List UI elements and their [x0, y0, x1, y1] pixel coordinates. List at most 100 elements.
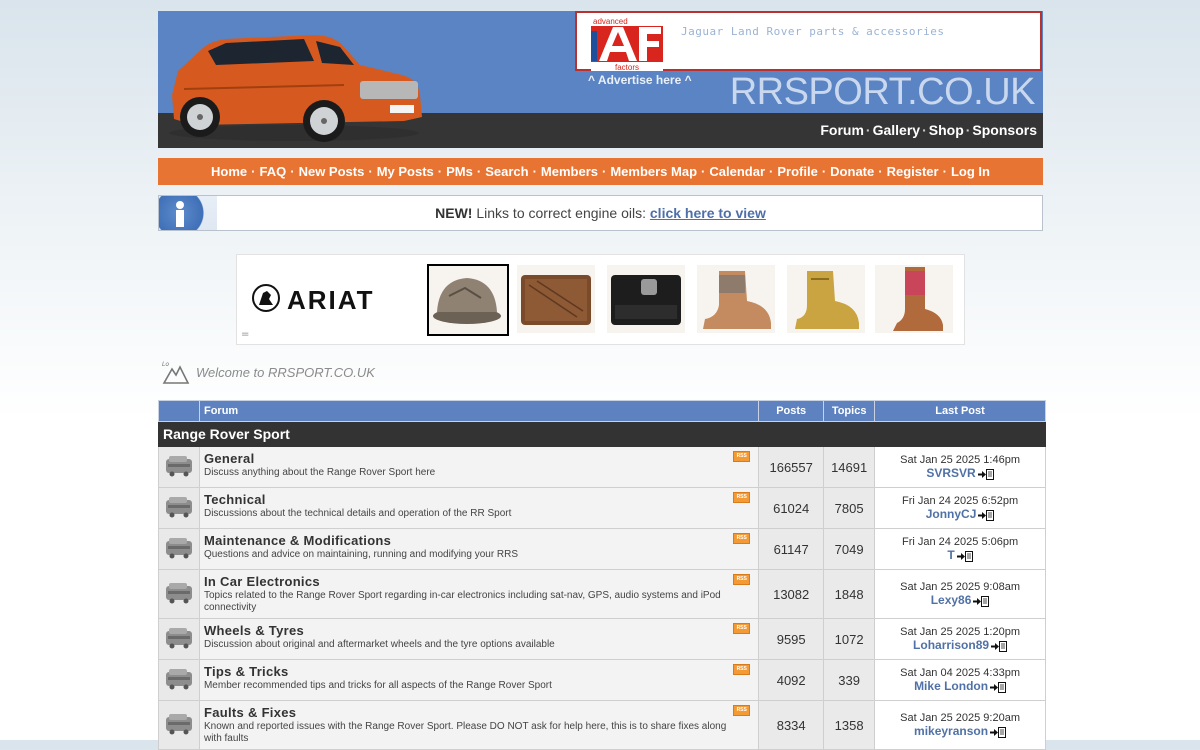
mountain-logo-icon: Lo [162, 361, 190, 384]
header-nav: Forum · Gallery · Shop · Sponsors [820, 122, 1037, 138]
last-post-user[interactable]: Loharrison89 [913, 638, 989, 652]
nav-log-in[interactable]: Log In [951, 164, 990, 179]
forum-folder-icon [158, 700, 200, 750]
product-wallet-black-image[interactable] [607, 265, 685, 333]
rss-icon[interactable]: RSS [733, 492, 751, 503]
nav-register[interactable]: Register [887, 164, 939, 179]
forum-description: Known and reported issues with the Range… [203, 721, 727, 744]
ad-logo-bottom-text: factors [615, 63, 639, 71]
ariat-logo: ARIAT [251, 283, 373, 318]
product-boot-tan-image[interactable] [697, 265, 775, 333]
goto-last-post-icon[interactable] [973, 595, 990, 607]
svg-text:Lo: Lo [162, 361, 169, 368]
goto-last-post-icon[interactable] [956, 550, 973, 562]
ad-text: Jaguar Land Rover parts & accessories [681, 25, 945, 38]
nav-pms[interactable]: PMs [446, 164, 473, 179]
forum-row: Maintenance & Modifications Questions and… [158, 528, 1046, 570]
forum-topics-count: 14691 [823, 446, 876, 488]
product-wallet-brown-image[interactable] [517, 265, 595, 333]
product-boot-gold-image[interactable] [787, 265, 865, 333]
forum-description: Discussions about the technical details … [203, 508, 512, 519]
category-row: Range Rover Sport [158, 421, 1046, 447]
last-post-user[interactable]: JonnyCJ [926, 507, 977, 521]
advertise-here-link[interactable]: ^ Advertise here ^ [588, 73, 692, 87]
header-link-forum[interactable]: Forum [820, 122, 864, 138]
product-boot-western-image[interactable] [875, 265, 953, 333]
forum-last-post: Sat Jan 25 2025 1:20pm Loharrison89 [874, 618, 1046, 660]
forum-description: Discussion about original and aftermarke… [203, 639, 555, 650]
last-post-user[interactable]: mikeyranson [914, 724, 988, 738]
site-title[interactable]: RRSPORT.CO.UK [730, 71, 1036, 114]
forum-folder-icon [158, 528, 200, 570]
nav-members-map[interactable]: Members Map [610, 164, 697, 179]
goto-last-post-icon[interactable] [990, 681, 1007, 693]
rss-icon[interactable]: RSS [733, 623, 751, 634]
ariat-ad-banner[interactable]: ARIAT = [236, 254, 965, 345]
forum-row: General Discuss anything about the Range … [158, 446, 1046, 488]
forum-last-post: Fri Jan 24 2025 5:06pm T [874, 528, 1046, 570]
rss-icon[interactable]: RSS [733, 705, 751, 716]
forum-title[interactable]: Technical [204, 492, 740, 507]
nav-calendar[interactable]: Calendar [709, 164, 765, 179]
forum-info: Maintenance & Modifications Questions and… [198, 528, 760, 570]
forum-folder-icon [158, 487, 200, 529]
nav-home[interactable]: Home [211, 164, 247, 179]
forum-topics-count: 7049 [823, 528, 876, 570]
nav-members[interactable]: Members [541, 164, 598, 179]
nav-search[interactable]: Search [485, 164, 528, 179]
nav-profile[interactable]: Profile [777, 164, 817, 179]
rss-icon[interactable]: RSS [733, 533, 751, 544]
forum-posts-count: 13082 [758, 569, 825, 619]
header-topics: Topics [823, 400, 876, 422]
forum-info: Wheels & Tyres Discussion about original … [198, 618, 760, 660]
last-post-user[interactable]: T [947, 548, 954, 562]
forum-posts-count: 8334 [758, 700, 825, 750]
forum-title[interactable]: In Car Electronics [204, 574, 740, 589]
forum-title[interactable]: General [204, 451, 740, 466]
goto-last-post-icon[interactable] [977, 468, 994, 480]
header-link-sponsors[interactable]: Sponsors [972, 122, 1037, 138]
header-link-gallery[interactable]: Gallery [873, 122, 920, 138]
forum-posts-count: 9595 [758, 618, 825, 660]
nav-my-posts[interactable]: My Posts [377, 164, 434, 179]
rss-icon[interactable]: RSS [733, 451, 751, 462]
forum-title[interactable]: Tips & Tricks [204, 664, 740, 679]
forum-posts-count: 61147 [758, 528, 825, 570]
nav-donate[interactable]: Donate [830, 164, 874, 179]
forum-folder-icon [158, 569, 200, 619]
last-post-user[interactable]: Lexy86 [931, 593, 972, 607]
product-cap-image[interactable] [427, 264, 509, 336]
forum-topics-count: 1848 [823, 569, 876, 619]
goto-last-post-icon[interactable] [990, 726, 1007, 738]
notice-box: NEW! Links to correct engine oils: click… [158, 195, 1043, 231]
forum-last-post: Sat Jan 25 2025 9:20am mikeyranson [874, 700, 1046, 750]
header-link-shop[interactable]: Shop [929, 122, 964, 138]
goto-last-post-icon[interactable] [978, 509, 995, 521]
forum-folder-icon [158, 446, 200, 488]
rss-icon[interactable]: RSS [733, 574, 751, 585]
forum-title[interactable]: Wheels & Tyres [204, 623, 740, 638]
forum-info: In Car Electronics Topics related to the … [198, 569, 760, 619]
forum-posts-count: 166557 [758, 446, 825, 488]
nav-faq[interactable]: FAQ [260, 164, 287, 179]
last-post-date: Sat Jan 25 2025 9:08am [900, 581, 1020, 593]
nav-new-posts[interactable]: New Posts [299, 164, 365, 179]
forum-info: Faults & Fixes Known and reported issues … [198, 700, 760, 750]
forum-title[interactable]: Faults & Fixes [204, 705, 740, 720]
rss-icon[interactable]: RSS [733, 664, 751, 675]
sponsor-ad-banner[interactable]: advanced factors Jaguar Land Rover parts… [575, 11, 1042, 71]
category-title[interactable]: Range Rover Sport [158, 421, 1046, 447]
last-post-user[interactable]: SVRSVR [926, 466, 975, 480]
forum-info: General Discuss anything about the Range … [198, 446, 760, 488]
last-post-date: Fri Jan 24 2025 5:06pm [901, 536, 1019, 548]
last-post-user[interactable]: Mike London [914, 679, 988, 693]
ariat-brand-text: ARIAT [287, 285, 375, 315]
notice-message: NEW! Links to correct engine oils: click… [159, 205, 1042, 221]
notice-link[interactable]: click here to view [650, 205, 766, 221]
goto-last-post-icon[interactable] [991, 640, 1008, 652]
header-forum: Forum [198, 400, 760, 422]
header-last-post: Last Post [874, 400, 1046, 422]
forum-title[interactable]: Maintenance & Modifications [204, 533, 740, 548]
forum-last-post: Sat Jan 25 2025 1:46pm SVRSVR [874, 446, 1046, 488]
banner-menu-marker[interactable]: = [241, 329, 249, 340]
